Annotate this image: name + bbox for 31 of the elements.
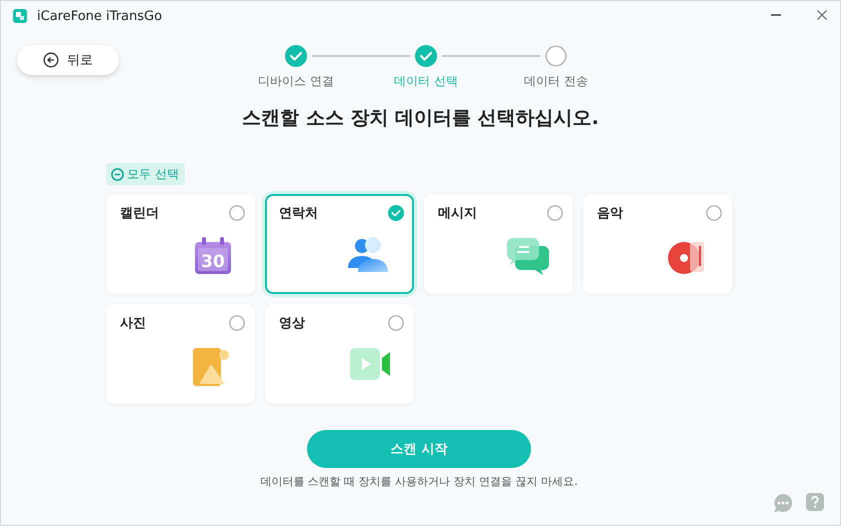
category-card[interactable]: 사진 — [106, 304, 255, 404]
video-camera-icon — [348, 346, 392, 382]
radio-icon[interactable] — [706, 205, 722, 221]
chat-bubbles-icon — [505, 236, 551, 276]
category-card[interactable]: 메시지 — [424, 194, 573, 294]
category-label: 영상 — [279, 315, 305, 332]
page-heading: 스캔할 소스 장치 데이터를 선택하십시오. — [241, 106, 600, 131]
radio-icon[interactable] — [229, 315, 245, 331]
category-label: 음악 — [597, 205, 623, 222]
chat-icon[interactable] — [773, 493, 793, 513]
radio-icon[interactable] — [388, 315, 404, 331]
window-title: iCareFone iTransGo — [37, 8, 162, 24]
minus-circle-icon — [111, 168, 124, 180]
warning-note: 데이터를 스캔할 때 장치를 사용하거나 장치 연결을 끊지 마세요. — [260, 474, 578, 489]
category-card[interactable]: 캘린더 30 — [106, 194, 255, 294]
category-card[interactable]: 음악 — [583, 194, 732, 294]
help-icon[interactable] — [806, 493, 824, 513]
category-label: 캘린더 — [120, 205, 159, 222]
radio-icon[interactable] — [229, 205, 245, 221]
category-label: 연락처 — [279, 205, 318, 222]
step-label: 데이터 전송 — [524, 73, 588, 90]
back-button[interactable]: 뒤로 — [17, 45, 119, 75]
category-card[interactable]: 연락처 — [265, 194, 414, 294]
category-label: 사진 — [120, 315, 146, 332]
category-label: 메시지 — [438, 205, 477, 222]
step-label: 디바이스 연결 — [258, 73, 334, 90]
category-card[interactable]: 영상 — [265, 304, 414, 404]
checked-radio-icon[interactable] — [388, 205, 404, 221]
app-logo-icon — [13, 9, 27, 23]
radio-icon[interactable] — [547, 205, 563, 221]
step-label: 데이터 선택 — [394, 73, 458, 90]
